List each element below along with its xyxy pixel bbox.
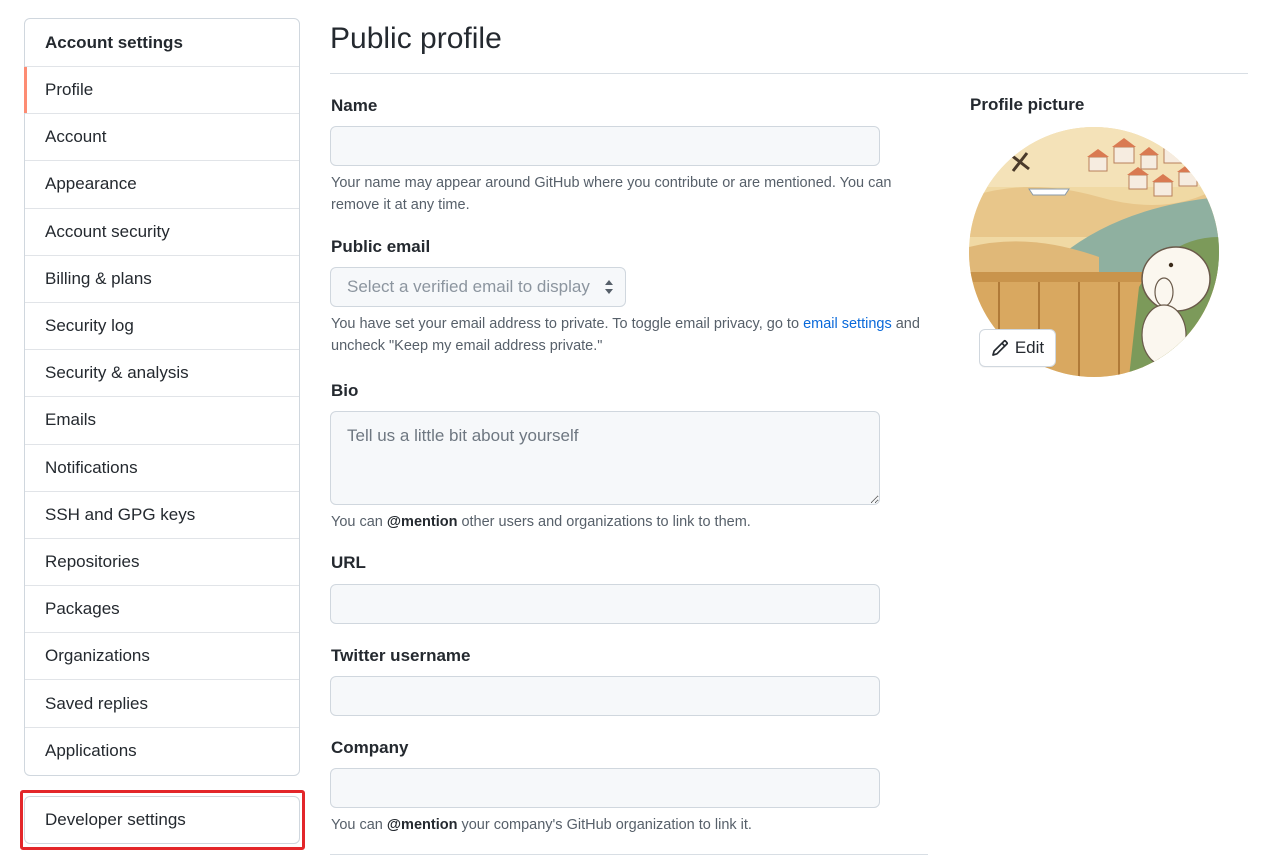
bio-textarea[interactable]	[330, 411, 880, 505]
company-label: Company	[331, 738, 409, 757]
bio-label: Bio	[331, 381, 359, 400]
edit-label: Edit	[1014, 338, 1045, 357]
edit-profile-picture-button[interactable]: Edit	[979, 329, 1056, 367]
title-divider	[330, 73, 1248, 74]
profile-picture-label: Profile picture	[970, 95, 1085, 114]
form-divider	[330, 854, 928, 855]
sidebar-item-emails[interactable]: Emails	[25, 397, 299, 445]
sidebar-nav-list: Profile Account Appearance Account security…	[24, 67, 299, 775]
company-input[interactable]	[330, 768, 880, 808]
name-input[interactable]	[330, 126, 880, 166]
sidebar-item-appearance[interactable]: Appearance	[25, 161, 299, 209]
sidebar-item-developer-settings[interactable]: Developer settings	[24, 796, 300, 844]
sidebar-item-ssh-and-gpg-keys[interactable]: SSH and GPG keys	[25, 492, 299, 539]
sidebar-item-repositories[interactable]: Repositories	[25, 539, 299, 587]
sidebar-item-packages[interactable]: Packages	[25, 586, 299, 634]
sidebar-item-account-security[interactable]: Account security	[25, 209, 299, 256]
url-label: URL	[331, 553, 366, 572]
pencil-icon	[991, 340, 1008, 356]
sidebar-item-security-log[interactable]: Security log	[25, 303, 299, 351]
sidebar-item-security-analysis[interactable]: Security & analysis	[25, 350, 299, 398]
sidebar-item-billing-plans[interactable]: Billing & plans	[25, 256, 299, 303]
sidebar-item-applications[interactable]: Applications	[25, 728, 299, 775]
sidebar-item-organizations[interactable]: Organizations	[25, 633, 299, 681]
sidebar-item-account[interactable]: Account	[25, 114, 299, 162]
bio-note: You can @mention other users and organiz…	[331, 514, 751, 530]
settings-sidebar: Account settings Profile Account Appearanc…	[24, 18, 300, 776]
name-label: Name	[331, 96, 378, 115]
public-email-selected: Select a verified email to display	[347, 277, 590, 296]
public-email-note: You have set your email address to priva…	[331, 316, 920, 354]
twitter-input[interactable]	[330, 676, 880, 716]
company-note: You can @mention your company's GitHub o…	[331, 817, 752, 833]
email-settings-link[interactable]: email settings	[803, 316, 892, 332]
name-note: Your name may appear around GitHub where…	[331, 175, 892, 213]
public-email-select[interactable]: Select a verified email to display	[330, 267, 626, 307]
page-title: Public profile	[330, 22, 502, 55]
public-email-label: Public email	[331, 237, 431, 256]
sidebar-item-saved-replies[interactable]: Saved replies	[25, 680, 299, 728]
sidebar-item-notifications[interactable]: Notifications	[25, 445, 299, 492]
url-input[interactable]	[330, 584, 880, 624]
sidebar-item-profile[interactable]: Profile	[24, 67, 299, 115]
sidebar-header: Account settings	[25, 19, 299, 67]
select-arrows-icon	[605, 280, 613, 294]
twitter-label: Twitter username	[331, 646, 471, 665]
